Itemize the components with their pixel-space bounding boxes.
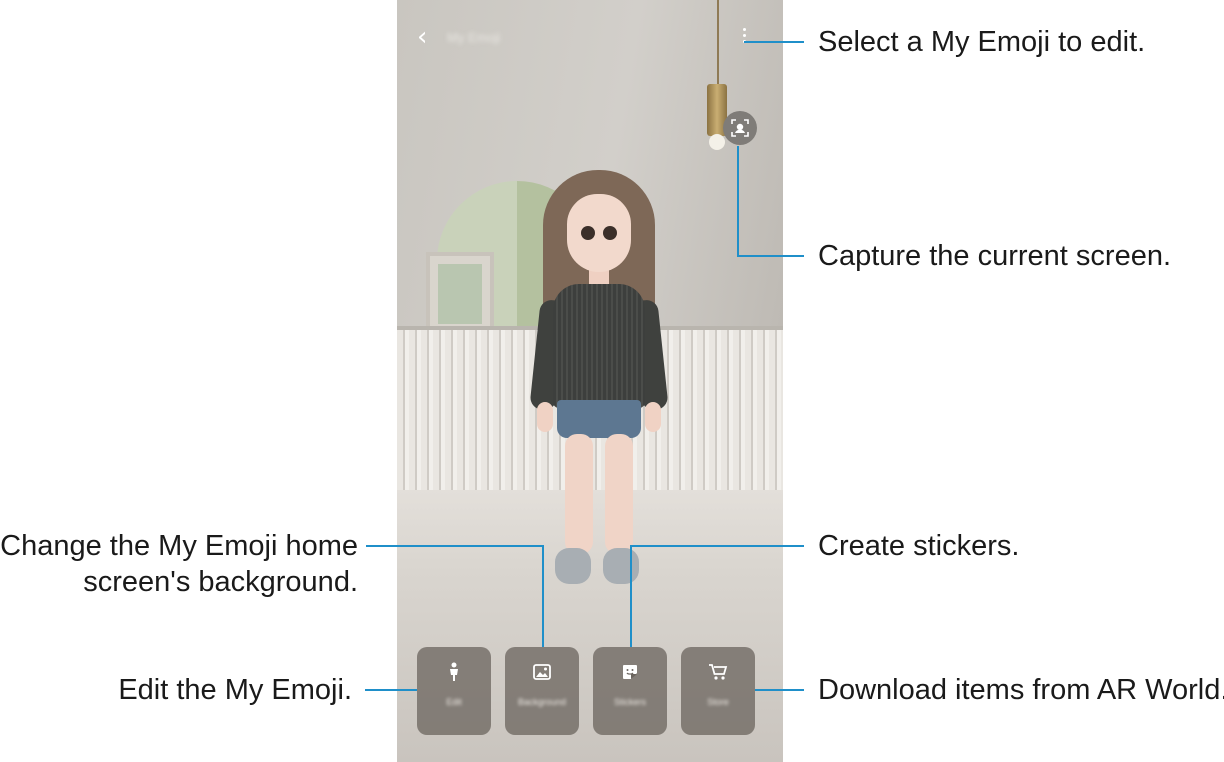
more-vertical-icon[interactable] bbox=[743, 28, 747, 46]
callout-line-capture-h bbox=[737, 255, 804, 257]
callout-edit: Edit the My Emoji. bbox=[118, 674, 352, 706]
callout-background-line1: Change the My Emoji home bbox=[0, 530, 358, 562]
edit-button-label: Edit bbox=[446, 697, 462, 707]
callout-background-line2: screen's background. bbox=[83, 566, 358, 598]
callout-line-store bbox=[755, 689, 804, 691]
capture-face-icon[interactable] bbox=[723, 111, 757, 145]
lamp-bulb bbox=[709, 134, 725, 150]
sticker-icon bbox=[619, 661, 641, 683]
callout-background: Change the My Emoji home screen's backgr… bbox=[0, 528, 358, 600]
background-button[interactable]: Background bbox=[505, 647, 579, 735]
callout-line-capture bbox=[737, 146, 739, 257]
callout-store: Download items from AR World. bbox=[818, 674, 1224, 706]
cart-icon bbox=[707, 661, 729, 683]
stickers-button[interactable]: Stickers bbox=[593, 647, 667, 735]
callout-line-background-h bbox=[366, 545, 544, 547]
callout-menu: Select a My Emoji to edit. bbox=[818, 26, 1146, 58]
lamp-cord bbox=[717, 0, 719, 84]
callout-line-stickers-v bbox=[630, 545, 632, 647]
edit-button[interactable]: Edit bbox=[417, 647, 491, 735]
person-icon bbox=[443, 661, 465, 683]
callout-line-edit bbox=[365, 689, 417, 691]
callout-line-stickers-h bbox=[630, 545, 804, 547]
callout-capture: Capture the current screen. bbox=[818, 240, 1172, 272]
stickers-button-label: Stickers bbox=[613, 697, 646, 707]
picture-frame bbox=[426, 252, 494, 336]
background-button-label: Background bbox=[517, 697, 567, 707]
callout-stickers: Create stickers. bbox=[818, 530, 1020, 562]
image-icon bbox=[531, 661, 553, 683]
phone-screen: ‹ My Emoji Edit Background Stickers Stor… bbox=[397, 0, 783, 762]
store-button[interactable]: Store bbox=[681, 647, 755, 735]
store-button-label: Store bbox=[707, 697, 729, 707]
app-title: My Emoji bbox=[447, 30, 501, 45]
chevron-left-icon[interactable]: ‹ bbox=[417, 22, 427, 52]
callout-line-menu bbox=[744, 41, 804, 43]
callout-line-background-v bbox=[542, 545, 544, 647]
